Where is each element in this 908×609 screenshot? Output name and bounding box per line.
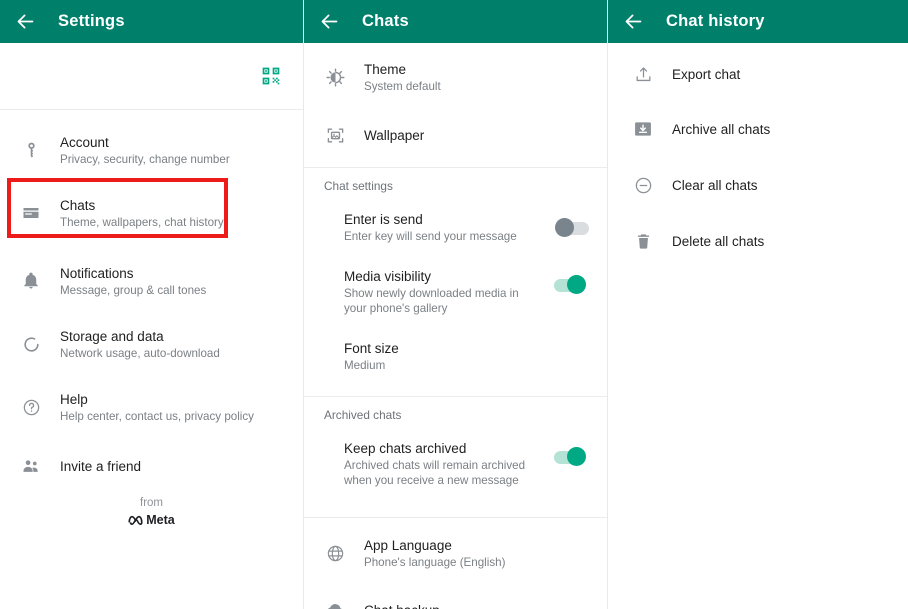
history-item-export-chat[interactable]: Export chat bbox=[608, 51, 908, 97]
sidebar-item-chats[interactable]: Chats Theme, wallpapers, chat history bbox=[0, 186, 303, 240]
sidebar-item-help[interactable]: Help Help center, contact us, privacy po… bbox=[0, 380, 303, 434]
trash-icon bbox=[630, 228, 656, 254]
sidebar-item-storage[interactable]: Storage and data Network usage, auto-dow… bbox=[0, 317, 303, 371]
three-panel-screenshot: Settings bbox=[0, 0, 908, 609]
from-label: from bbox=[0, 496, 303, 511]
bell-icon bbox=[18, 268, 44, 294]
item-title: Keep chats archived bbox=[344, 440, 544, 457]
page-title: Chats bbox=[362, 12, 409, 31]
sidebar-item-notifications[interactable]: Notifications Message, group & call tone… bbox=[0, 254, 303, 308]
item-subtitle: Phone's language (English) bbox=[364, 555, 591, 570]
chats-item-theme[interactable]: Theme System default bbox=[304, 51, 607, 103]
chats-item-app-language[interactable]: App Language Phone's language (English) bbox=[304, 527, 607, 579]
cloud-icon bbox=[322, 597, 348, 609]
settings-panel: Settings bbox=[0, 0, 303, 609]
item-subtitle: System default bbox=[364, 79, 591, 94]
storage-icon bbox=[18, 331, 44, 357]
chat-history-panel: Chat history Export chat Archive all cha… bbox=[608, 0, 908, 609]
qr-row bbox=[0, 43, 303, 109]
item-subtitle: Privacy, security, change number bbox=[60, 152, 287, 167]
item-title: Wallpaper bbox=[364, 127, 591, 144]
section-heading-chat-settings: Chat settings bbox=[304, 168, 607, 201]
toggle-enter-is-send[interactable] bbox=[555, 218, 591, 238]
item-subtitle: Show newly downloaded media in your phon… bbox=[344, 286, 544, 316]
settings-list: Account Privacy, security, change number… bbox=[0, 110, 303, 489]
item-title: Help bbox=[60, 391, 287, 408]
meta-footer: from Meta bbox=[0, 496, 303, 531]
item-title: Chat backup bbox=[364, 602, 591, 609]
item-subtitle: Help center, contact us, privacy policy bbox=[60, 409, 287, 424]
item-title: Enter is send bbox=[344, 211, 549, 228]
chats-item-font-size[interactable]: Font size Medium bbox=[304, 330, 607, 382]
item-title: Export chat bbox=[672, 66, 892, 83]
export-icon bbox=[630, 61, 656, 87]
item-title: Media visibility bbox=[344, 268, 544, 285]
sidebar-item-invite-a-friend[interactable]: Invite a friend bbox=[0, 443, 303, 489]
theme-icon bbox=[322, 64, 348, 90]
item-title: Account bbox=[60, 134, 287, 151]
arrow-left-icon[interactable] bbox=[622, 11, 644, 33]
wallpaper-icon bbox=[322, 122, 348, 148]
arrow-left-icon[interactable] bbox=[318, 11, 340, 33]
item-title: App Language bbox=[364, 537, 591, 554]
chats-item-chat-backup[interactable]: Chat backup bbox=[304, 587, 607, 609]
toggle-keep-chats-archived[interactable] bbox=[550, 447, 586, 467]
item-title: Invite a friend bbox=[60, 458, 287, 475]
chats-panel: Chats Theme System default Wallpaper Cha… bbox=[303, 0, 608, 609]
arrow-left-icon[interactable] bbox=[14, 11, 36, 33]
item-subtitle: Archived chats will remain archived when… bbox=[344, 458, 544, 488]
sidebar-item-account[interactable]: Account Privacy, security, change number bbox=[0, 123, 303, 177]
meta-wordmark: Meta bbox=[146, 513, 174, 527]
chats-item-media-visibility[interactable]: Media visibility Show newly downloaded m… bbox=[304, 258, 607, 325]
chats-item-wallpaper[interactable]: Wallpaper bbox=[304, 112, 607, 158]
item-title: Storage and data bbox=[60, 328, 287, 345]
item-title: Chats bbox=[60, 197, 287, 214]
history-item-clear-all-chats[interactable]: Clear all chats bbox=[608, 162, 908, 208]
item-subtitle: Enter key will send your message bbox=[344, 229, 549, 244]
item-subtitle: Theme, wallpapers, chat history bbox=[60, 215, 287, 230]
help-icon bbox=[18, 394, 44, 420]
toggle-media-visibility[interactable] bbox=[550, 275, 586, 295]
page-title: Chat history bbox=[666, 12, 765, 31]
chats-appbar: Chats bbox=[304, 0, 607, 43]
item-title: Clear all chats bbox=[672, 177, 892, 194]
key-icon bbox=[18, 137, 44, 163]
item-subtitle: Network usage, auto-download bbox=[60, 346, 287, 361]
item-title: Theme bbox=[364, 61, 591, 78]
chats-item-keep-chats-archived[interactable]: Keep chats archived Archived chats will … bbox=[304, 430, 607, 497]
page-title: Settings bbox=[58, 12, 125, 31]
history-item-delete-all-chats[interactable]: Delete all chats bbox=[608, 218, 908, 264]
history-item-archive-all-chats[interactable]: Archive all chats bbox=[608, 106, 908, 152]
globe-icon bbox=[322, 540, 348, 566]
item-subtitle: Medium bbox=[344, 358, 595, 373]
chats-item-enter-is-send[interactable]: Enter is send Enter key will send your m… bbox=[304, 201, 607, 253]
item-title: Delete all chats bbox=[672, 233, 892, 250]
people-icon bbox=[18, 453, 44, 479]
meta-infinity-icon bbox=[128, 514, 143, 525]
qr-code-icon[interactable] bbox=[261, 66, 281, 86]
meta-logo: Meta bbox=[128, 513, 174, 527]
item-title: Notifications bbox=[60, 265, 287, 282]
item-title: Font size bbox=[344, 340, 595, 357]
chat-history-appbar: Chat history bbox=[608, 0, 908, 43]
minus-circle-icon bbox=[630, 172, 656, 198]
archive-icon bbox=[630, 116, 656, 142]
item-subtitle: Message, group & call tones bbox=[60, 283, 287, 298]
chat-icon bbox=[18, 200, 44, 226]
settings-appbar: Settings bbox=[0, 0, 303, 43]
section-heading-archived-chats: Archived chats bbox=[304, 397, 607, 430]
item-title: Archive all chats bbox=[672, 121, 892, 138]
